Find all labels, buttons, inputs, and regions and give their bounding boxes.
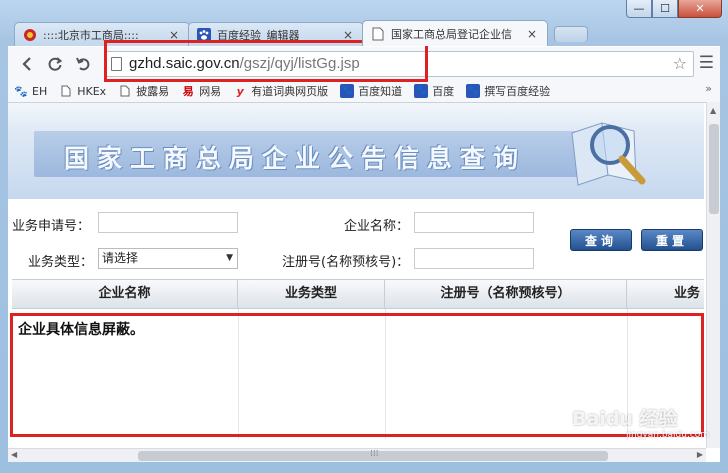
browser-window: — ☐ ✕ ::::北京市工商局:::: × 百度经验_编辑器 × 国家工商总局… [0,0,728,473]
maximize-button[interactable]: ☐ [652,0,678,18]
reg-no-input[interactable] [414,248,534,269]
undo-icon [76,57,90,71]
tab-title: 国家工商总局登记企业信 [391,27,512,41]
bookmark-baidu[interactable]: 🐾 百度 [414,83,454,99]
url-host: gzhd.saic.gov.cn [129,55,240,72]
horizontal-scrollbar[interactable]: ◀ ⁞⁞⁞ ▶ [8,448,706,462]
bookmark-label: 百度 [432,85,455,98]
close-window-button[interactable]: ✕ [678,0,722,18]
baidu-watermark: Baidu 经验 [572,408,678,430]
page-icon [111,57,122,71]
bookmark-label: 有道词典网页版 [251,85,329,98]
reload-icon [48,57,63,71]
business-type-select[interactable]: 请选择 ▼ [98,248,238,269]
application-no-label: 业务申请号： [12,219,91,234]
tab-baidu-editor[interactable]: 百度经验_编辑器 × [188,22,364,46]
chevron-down-icon: ▼ [226,253,233,263]
col-business[interactable]: 业务 [627,280,704,308]
tab-strip: ::::北京市工商局:::: × 百度经验_编辑器 × 国家工商总局登记企业信 … [14,20,588,46]
new-tab-button[interactable] [554,26,588,42]
address-bar[interactable]: gzhd.saic.gov.cn/gszj/qyj/listGg.jsp ☆ [104,51,694,77]
company-name-input[interactable] [414,212,534,233]
scroll-up-icon[interactable]: ▲ [710,106,716,115]
bookmark-label: 披露易 [136,85,170,98]
reg-no-label: 注册号(名称预核号)： [282,255,410,270]
bookmark-write-baidu-jingyan[interactable]: 🐾 撰写百度经验 [466,83,550,99]
bookmark-label: 撰写百度经验 [484,85,551,98]
paw-icon: 🐾 [340,84,355,98]
menu-icon[interactable]: ☰ [699,53,714,73]
baidu-watermark-url: jingyan.baidu.com [626,430,710,440]
scroll-thumb[interactable] [709,124,719,214]
browser-toolbar: gzhd.saic.gov.cn/gszj/qyj/listGg.jsp ☆ ☰ [8,46,720,80]
tab-saic-enterprise[interactable]: 国家工商总局登记企业信 × [362,20,548,46]
bookmarks-more-icon[interactable]: » [705,82,712,95]
scroll-right-icon[interactable]: ▶ [697,450,703,459]
col-business-type[interactable]: 业务类型 [238,280,385,308]
paw-icon: 🐾 [414,84,429,98]
minimize-button[interactable]: — [626,0,652,18]
reset-button[interactable]: 重置 [641,229,703,251]
bookmark-star-icon[interactable]: ☆ [673,54,687,73]
bookmark-label: 百度知道 [358,85,403,98]
application-no-input[interactable] [98,212,238,233]
paw-icon: 🐾 [14,84,28,98]
masked-info-notice: 企业具体信息屏蔽。 [18,322,144,338]
tab-title: 百度经验_编辑器 [217,28,300,42]
emblem-icon [23,28,37,42]
bookmark-baidu-zhidao[interactable]: 🐾 百度知道 [340,83,402,99]
scroll-grip-icon: ⁞⁞⁞ [370,449,379,459]
company-name-label: 企业名称： [344,219,410,234]
magnifier-book-icon [571,122,646,186]
column-divider [385,309,386,439]
search-form: 业务申请号： 企业名称： 业务类型： 请选择 ▼ 注册号(名称预核号)： 查询 … [8,203,704,277]
bookmark-eh[interactable]: 🐾 EH [14,84,47,98]
page-title: 国家工商总局企业公告信息查询 [64,144,527,173]
bookmark-label: EH [32,84,48,98]
business-type-value: 请选择 [102,251,139,265]
tab-beijing-aic[interactable]: ::::北京市工商局:::: × [14,22,190,46]
reload-button[interactable] [44,53,66,75]
vertical-scrollbar[interactable]: ▲ [706,102,720,448]
youdao-icon: y [236,84,244,98]
back-arrow-icon [22,57,31,71]
paw-icon [197,27,211,42]
bookmark-label: 网易 [199,85,222,98]
tab-title: ::::北京市工商局:::: [43,28,139,42]
query-button[interactable]: 查询 [570,229,632,251]
column-divider [238,309,239,439]
col-reg-no[interactable]: 注册号（名称预核号） [385,280,627,308]
paw-icon: 🐾 [466,84,481,98]
url-path: /gszj/qyj/listGg.jsp [239,55,360,72]
undo-button[interactable] [72,53,94,75]
tab-close-icon[interactable]: × [169,28,179,42]
bookmark-hkex[interactable]: HKEx [59,84,106,98]
col-company-name[interactable]: 企业名称 [12,280,238,308]
scroll-left-icon[interactable]: ◀ [11,450,17,459]
page-icon [59,84,73,98]
tab-close-icon[interactable]: × [527,27,537,41]
bookmark-youdao[interactable]: y 有道词典网页版 [233,83,329,99]
back-button[interactable] [16,53,38,75]
tab-close-icon[interactable]: × [343,28,353,42]
page-icon [371,27,385,41]
header-banner: 国家工商总局企业公告信息查询 [8,103,704,199]
business-type-label: 业务类型： [28,255,94,270]
url-text[interactable]: gzhd.saic.gov.cn/gszj/qyj/listGg.jsp [129,55,360,72]
results-table-header: 企业名称 业务类型 注册号（名称预核号） 业务 [12,279,704,309]
bookmarks-bar: 🐾 EH HKEx 披露易 易网易 y 有道词典网页版 🐾 百度知道 🐾 百度 🐾 撰写百… [8,80,720,102]
bookmark-disclosure[interactable]: 披露易 [118,83,169,99]
page-icon [118,84,132,98]
window-controls: — ☐ ✕ [626,0,722,18]
netease-icon: 易 [182,85,194,98]
bookmark-label: HKEx [77,84,107,98]
bookmark-netease[interactable]: 易网易 [181,83,222,99]
